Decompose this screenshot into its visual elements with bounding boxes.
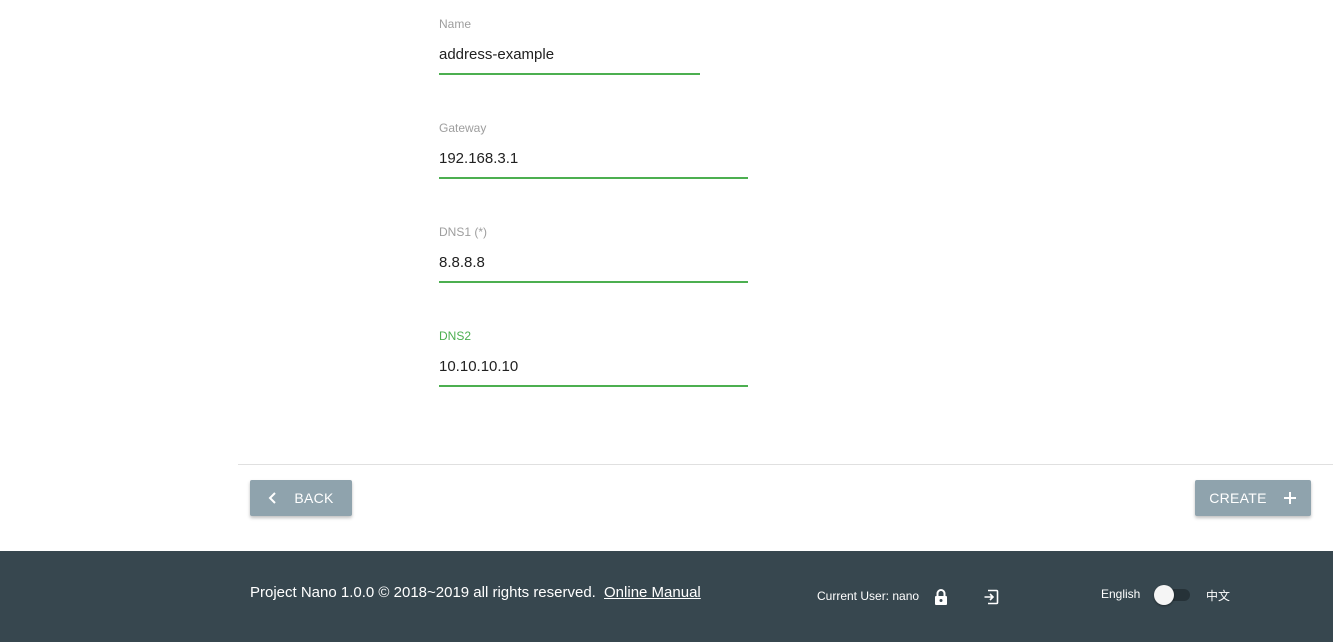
gateway-input[interactable] <box>439 148 748 168</box>
language-toggle[interactable] <box>1154 585 1190 605</box>
address-pool-form: Name Gateway DNS1 (*) DNS2 <box>0 0 1333 465</box>
online-manual-link[interactable]: Online Manual <box>604 584 701 601</box>
create-button[interactable]: CREATE <box>1195 480 1311 516</box>
toggle-knob <box>1154 585 1174 605</box>
name-label: Name <box>439 17 472 31</box>
copyright-text: Project Nano 1.0.0 © 2018~2019 all right… <box>250 584 596 601</box>
language-chinese-label: 中文 <box>1206 589 1231 603</box>
lock-icon[interactable] <box>932 588 950 606</box>
chevron-left-icon <box>268 492 278 504</box>
dns2-field: DNS2 <box>439 329 748 387</box>
copyright: Project Nano 1.0.0 © 2018~2019 all right… <box>250 584 701 601</box>
back-label: BACK <box>294 490 334 506</box>
actions-divider <box>238 464 1333 465</box>
name-underline <box>439 73 700 75</box>
dns2-label: DNS2 <box>439 329 472 343</box>
dns1-input[interactable] <box>439 252 748 272</box>
gateway-label: Gateway <box>439 121 487 135</box>
dns2-input[interactable] <box>439 356 748 376</box>
gateway-underline <box>439 177 748 179</box>
dns1-underline <box>439 281 748 283</box>
plus-icon <box>1283 491 1297 505</box>
dns1-field: DNS1 (*) <box>439 225 748 283</box>
create-label: CREATE <box>1209 490 1267 506</box>
name-input[interactable] <box>439 44 700 64</box>
current-user: Current User: nano <box>817 589 920 603</box>
dns2-underline <box>439 385 748 387</box>
name-field: Name <box>439 17 700 75</box>
language-english-label: English <box>1101 587 1141 601</box>
logout-icon[interactable] <box>982 588 1000 606</box>
back-button[interactable]: BACK <box>250 480 352 516</box>
gateway-field: Gateway <box>439 121 748 179</box>
dns1-label: DNS1 (*) <box>439 225 488 239</box>
footer: Project Nano 1.0.0 © 2018~2019 all right… <box>0 551 1333 642</box>
